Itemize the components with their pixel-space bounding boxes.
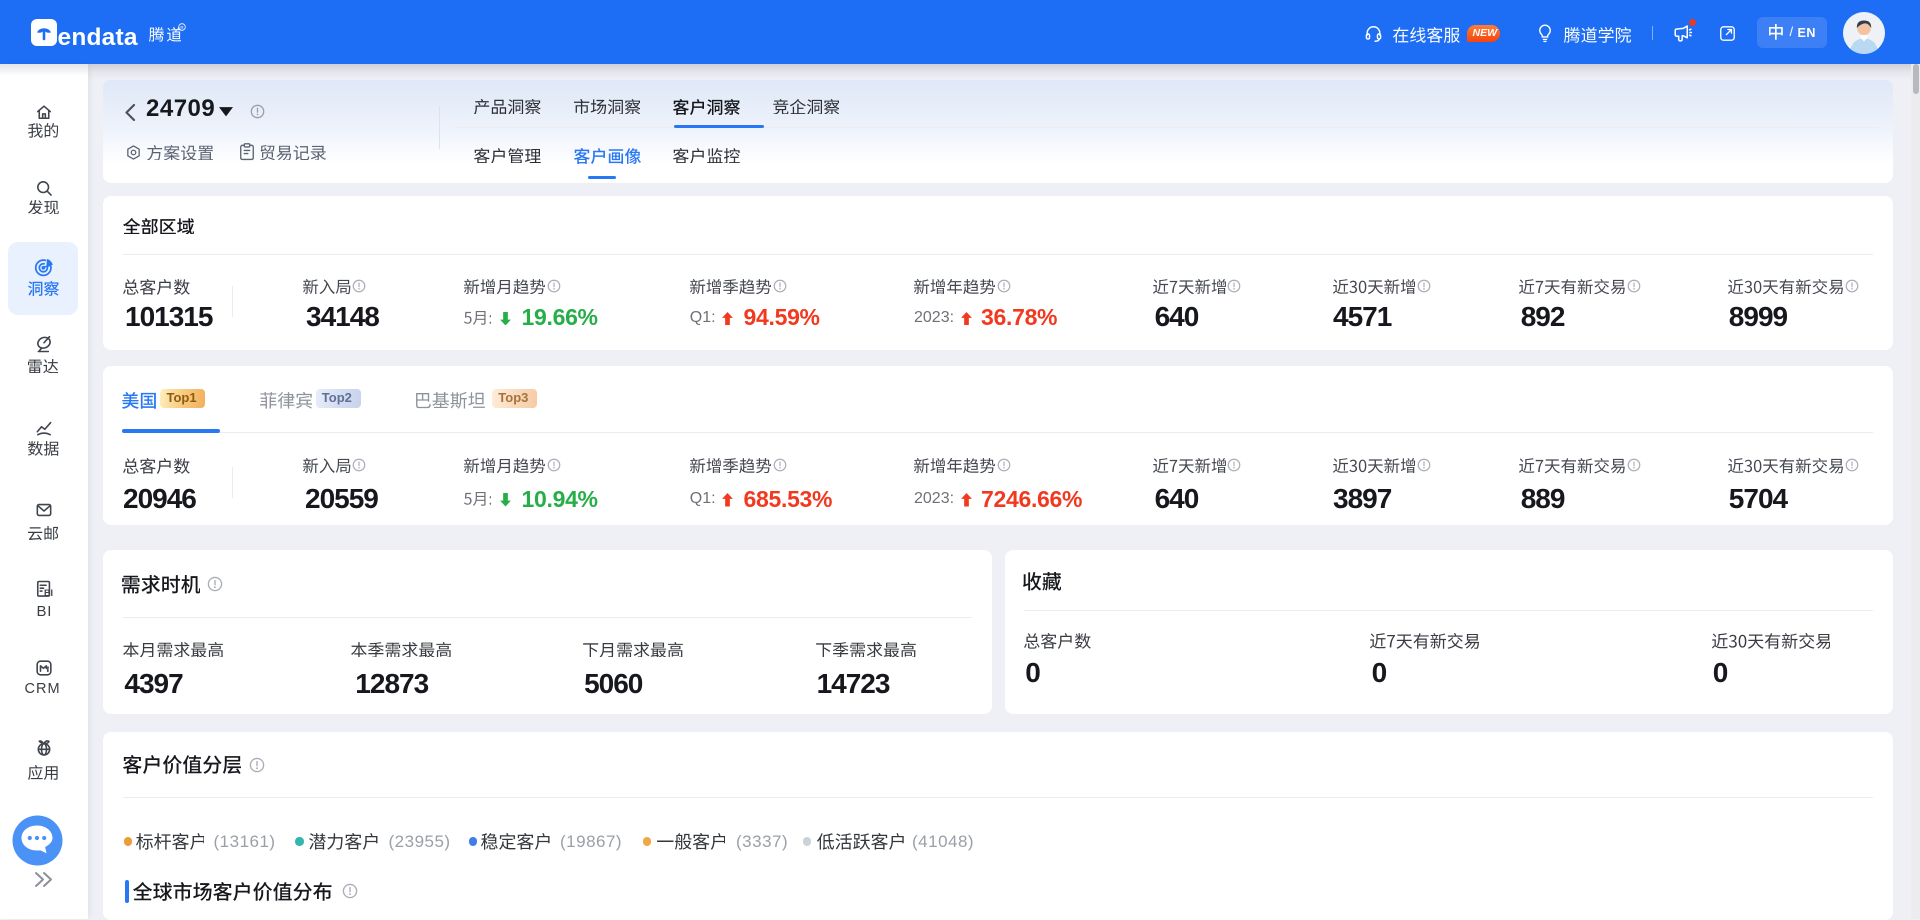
svg-text:R: R xyxy=(180,25,184,30)
